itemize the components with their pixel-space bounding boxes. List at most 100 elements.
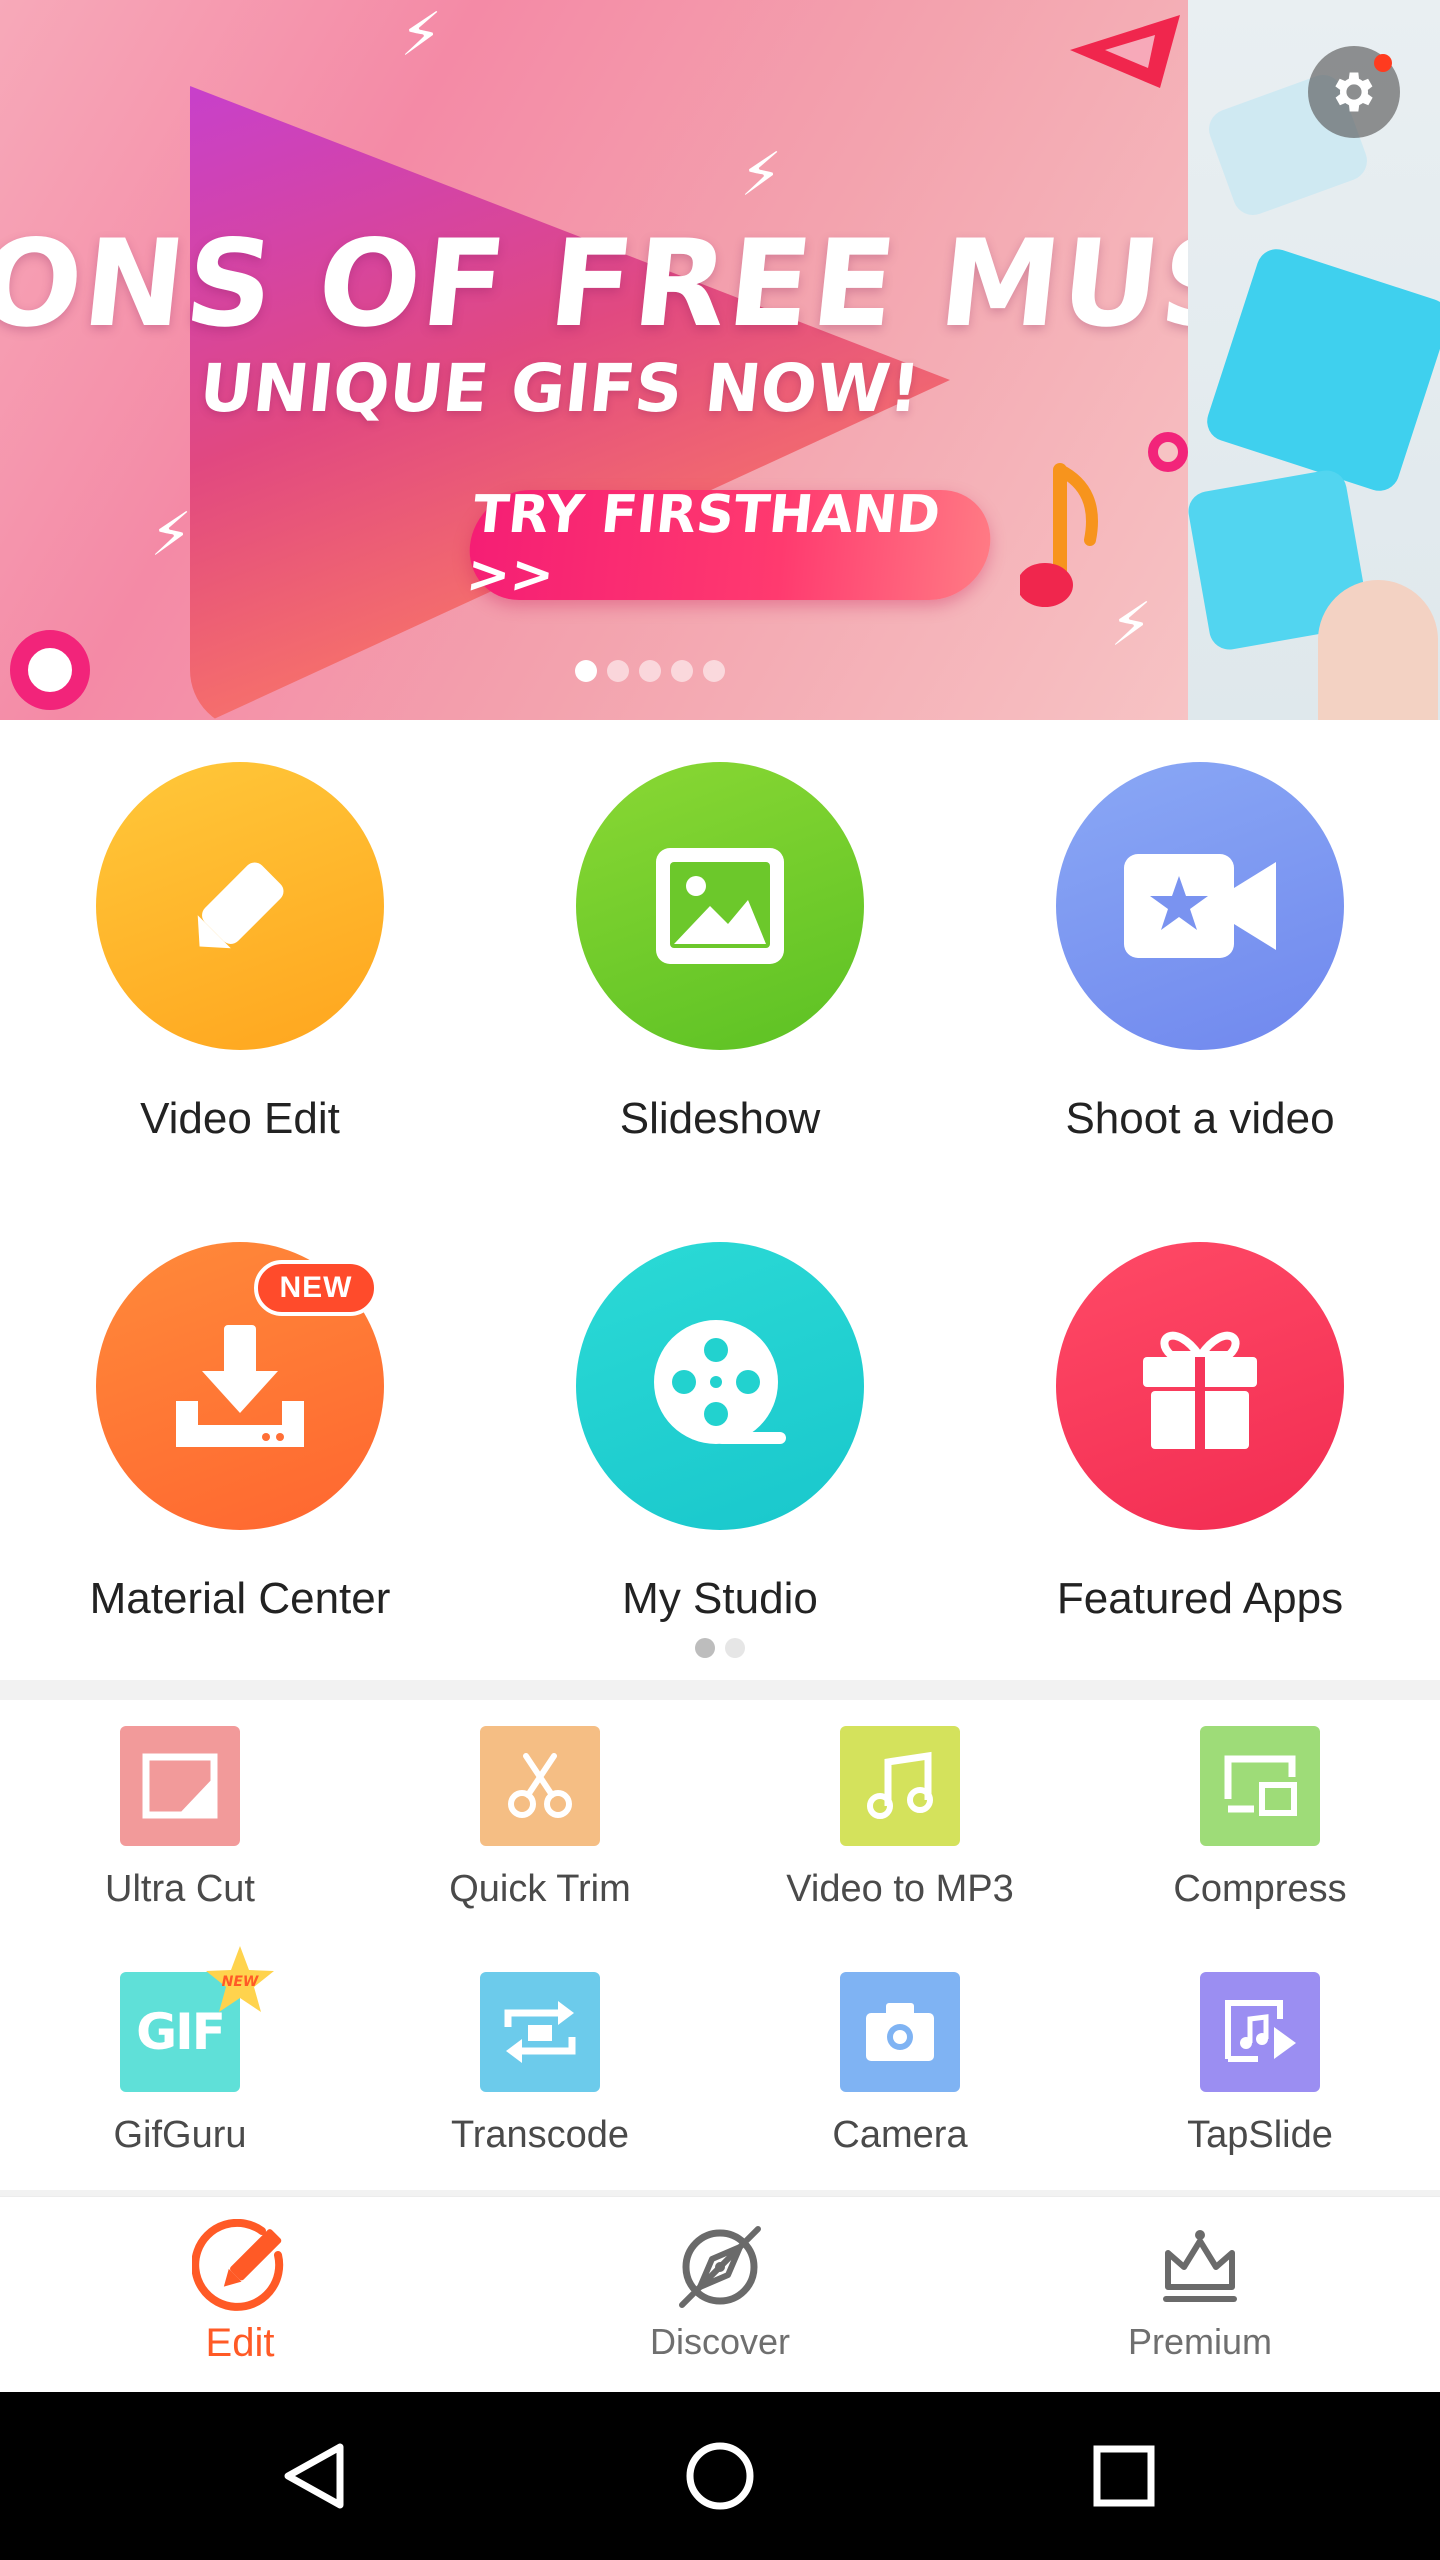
nav-item-discover[interactable]: Discover [480, 2197, 960, 2393]
promo-banner[interactable]: ⚡ ⚡ ⚡ ⚡ ONS OF FREE MUSIC UNIQUE GIFS NO… [0, 0, 1440, 720]
section-divider [0, 1680, 1440, 1700]
material-center-label: Material Center [89, 1574, 391, 1623]
home-button[interactable] [670, 2426, 770, 2526]
gift-icon [1143, 1331, 1257, 1449]
home-icon [686, 2442, 754, 2510]
transcode-label: Transcode [450, 2114, 630, 2156]
system-navigation-bar [0, 2392, 1440, 2560]
my-studio-tile[interactable]: My Studio [480, 1242, 960, 1624]
back-icon [284, 2443, 344, 2509]
settings-button[interactable] [1308, 46, 1400, 138]
slideshow-circle [576, 762, 864, 1050]
gifguru-tool[interactable]: GIF NEW GifGuru [0, 1946, 360, 2157]
shoot-video-circle [1056, 762, 1344, 1050]
pagination-dot [725, 1638, 745, 1658]
film-reel-icon [654, 1320, 786, 1444]
camera-tool[interactable]: Camera [720, 1972, 1080, 2157]
nav-label-discover: Discover [649, 2321, 791, 2362]
material-center-tile[interactable]: NEW Material Center [0, 1242, 480, 1624]
banner-pagination [0, 660, 1370, 682]
image-icon [656, 848, 784, 964]
compress-tool[interactable]: Compress [1080, 1726, 1440, 1911]
gifguru-new-badge: NEW [222, 1974, 259, 1990]
scissors-icon [508, 1753, 572, 1818]
crop-icon [142, 1753, 218, 1819]
video-edit-tile[interactable]: Video Edit [0, 762, 480, 1144]
banner-headline: ONS OF FREE MUSIC [0, 215, 1188, 354]
gifguru-label: GifGuru [113, 2114, 247, 2156]
video-edit-label: Video Edit [140, 1094, 340, 1143]
shoot-video-label: Shoot a video [1065, 1094, 1335, 1143]
try-firsthand-button[interactable]: TRY FIRSTHAND >> [464, 485, 996, 605]
featured-apps-circle [1056, 1242, 1344, 1530]
compress-square [1200, 1726, 1320, 1846]
video-to-mp3-label: Video to MP3 [786, 1868, 1014, 1910]
tapslide-label: TapSlide [1187, 2114, 1333, 2156]
video-to-mp3-square [840, 1726, 960, 1846]
ultra-cut-square [120, 1726, 240, 1846]
camera-label: Camera [832, 2114, 968, 2156]
compass-icon [480, 2217, 960, 2317]
music-note-icon [867, 1751, 933, 1819]
nav-label-premium: Premium [1127, 2321, 1273, 2362]
shoot-video-tile[interactable]: Shoot a video [960, 762, 1440, 1144]
star-icon: NEW [206, 1946, 274, 2012]
pagination-dot [671, 660, 693, 682]
gifguru-square: GIF NEW [120, 1946, 274, 2092]
pagination-dot [639, 660, 661, 682]
pagination-dot [607, 660, 629, 682]
gear-icon [1335, 72, 1373, 112]
transcode-square [480, 1972, 600, 2092]
nav-item-edit[interactable]: Edit [0, 2197, 480, 2393]
notification-dot [1374, 54, 1392, 72]
compress-icon [1224, 1755, 1297, 1816]
tapslide-tool[interactable]: TapSlide [1080, 1972, 1440, 2157]
video-camera-icon [1124, 854, 1276, 958]
lightning-decoration-icon: ⚡ [400, 1, 443, 68]
transcode-tool[interactable]: Transcode [360, 1972, 720, 2157]
pagination-dot [695, 1638, 715, 1658]
ring-decoration-icon [1148, 432, 1188, 472]
triangle-decoration-icon [1070, 15, 1180, 88]
tapslide-square [1200, 1972, 1320, 2092]
banner-slide-music[interactable]: ⚡ ⚡ ⚡ ⚡ ONS OF FREE MUSIC UNIQUE GIFS NO… [0, 0, 1188, 720]
featured-apps-tile[interactable]: Featured Apps [960, 1242, 1440, 1624]
quick-trim-tool[interactable]: Quick Trim [360, 1726, 720, 1911]
feature-grid: Video Edit Slideshow Shoot a video NEW M… [0, 720, 1440, 1680]
lightning-decoration-icon: ⚡ [740, 141, 783, 208]
slideshow-tile[interactable]: Slideshow [480, 762, 960, 1144]
tools-grid: Ultra Cut Quick Trim Video to MP3 Compre… [0, 1700, 1440, 2190]
edit-icon [0, 2217, 480, 2317]
camera-square [840, 1972, 960, 2092]
ultra-cut-tool[interactable]: Ultra Cut [0, 1726, 360, 1911]
pagination-dot [703, 660, 725, 682]
video-to-mp3-tool[interactable]: Video to MP3 [720, 1726, 1080, 1911]
download-icon [176, 1325, 304, 1447]
transcode-icon [504, 2001, 576, 2063]
recents-button[interactable] [1074, 2426, 1174, 2526]
lightning-decoration-icon: ⚡ [150, 501, 193, 568]
nav-label-edit: Edit [205, 2321, 275, 2365]
lightning-decoration-icon: ⚡ [1110, 591, 1153, 658]
pencil-icon [197, 862, 284, 949]
recents-icon [1093, 2445, 1155, 2507]
video-edit-circle [96, 762, 384, 1050]
feature-pagination [0, 1638, 1440, 1658]
finger-graphic [1318, 580, 1438, 720]
featured-apps-label: Featured Apps [1056, 1574, 1344, 1623]
nav-item-premium[interactable]: Premium [960, 2197, 1440, 2393]
compress-label: Compress [1173, 1868, 1347, 1910]
ultra-cut-label: Ultra Cut [105, 1868, 255, 1910]
bottom-navigation: Edit Discover Premium [0, 2196, 1440, 2392]
camera-icon [866, 2003, 934, 2061]
image-tile-graphic [1201, 243, 1440, 497]
my-studio-label: My Studio [622, 1574, 818, 1623]
crown-icon [960, 2217, 1440, 2317]
tapslide-icon [1225, 2000, 1296, 2062]
pagination-dot [575, 660, 597, 682]
material-center-circle: NEW [96, 1242, 384, 1530]
music-note-decoration-icon [1020, 463, 1098, 607]
new-badge: NEW [254, 1260, 378, 1316]
my-studio-circle [576, 1242, 864, 1530]
back-button[interactable] [265, 2426, 365, 2526]
